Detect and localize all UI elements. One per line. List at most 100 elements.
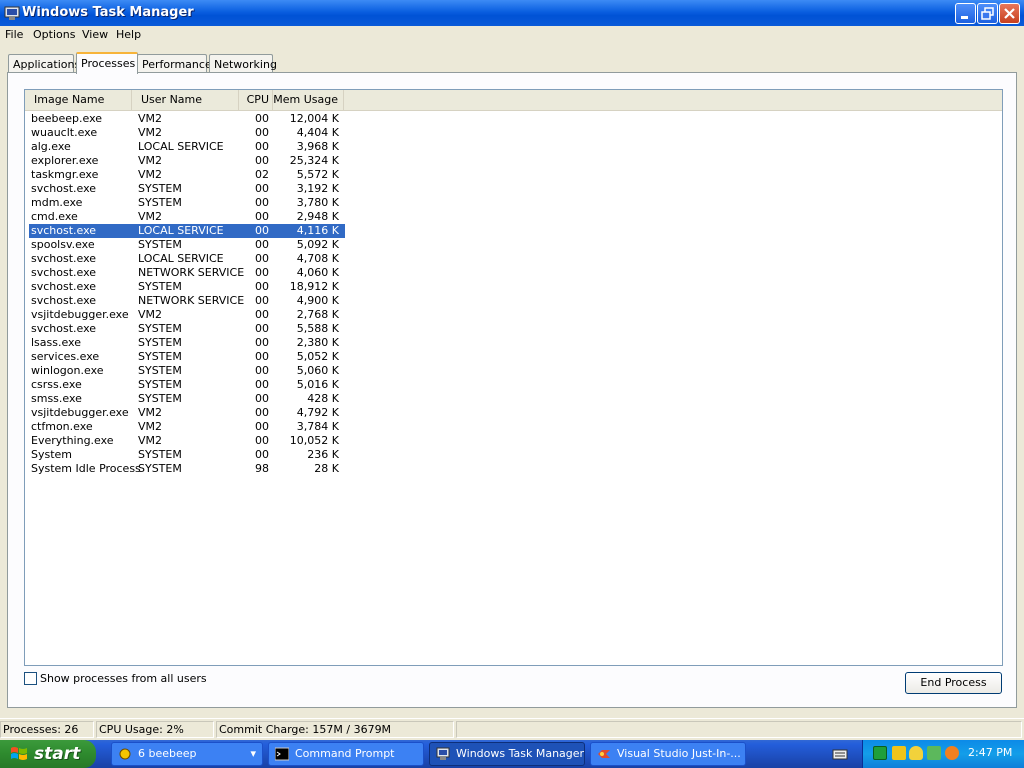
process-user-name: SYSTEM <box>138 448 182 461</box>
close-button[interactable] <box>999 3 1020 24</box>
table-row[interactable]: ctfmon.exe VM2 00 3,784 K <box>29 420 345 434</box>
security-shield-icon[interactable] <box>909 746 923 760</box>
minimize-button[interactable] <box>955 3 976 24</box>
table-row[interactable]: lsass.exe SYSTEM 00 2,380 K <box>29 336 345 350</box>
process-image-name: vsjitdebugger.exe <box>31 308 129 321</box>
column-mem-usage[interactable]: Mem Usage <box>273 90 344 110</box>
process-mem-usage: 3,784 K <box>296 420 339 433</box>
start-button[interactable]: start <box>0 740 96 768</box>
table-row[interactable]: svchost.exe SYSTEM 00 5,588 K <box>29 322 345 336</box>
table-row[interactable]: System SYSTEM 00 236 K <box>29 448 345 462</box>
tab-processes[interactable]: Processes <box>76 52 138 74</box>
table-row[interactable]: vsjitdebugger.exe VM2 00 4,792 K <box>29 406 345 420</box>
table-row[interactable]: explorer.exe VM2 00 25,324 K <box>29 154 345 168</box>
taskbar-button-command-prompt[interactable]: Command Prompt <box>268 742 424 766</box>
tab-applications[interactable]: Applications <box>8 54 80 73</box>
table-row[interactable]: winlogon.exe SYSTEM 00 5,060 K <box>29 364 345 378</box>
search-icon[interactable] <box>945 746 959 760</box>
table-row[interactable]: wuauclt.exe VM2 00 4,404 K <box>29 126 345 140</box>
menu-view[interactable]: View <box>82 28 108 41</box>
status-cpu-usage: CPU Usage: 2% <box>96 721 214 738</box>
process-cpu: 00 <box>255 140 269 153</box>
table-row[interactable]: svchost.exe LOCAL SERVICE 00 4,708 K <box>29 252 345 266</box>
process-image-name: svchost.exe <box>31 322 97 335</box>
tab-networking[interactable]: Networking <box>209 54 277 73</box>
task-manager-icon <box>436 747 450 760</box>
menu-file[interactable]: File <box>5 28 23 41</box>
process-mem-usage: 5,588 K <box>296 322 339 335</box>
beebeep-tray-icon[interactable] <box>892 746 906 760</box>
processes-panel: Image Name User Name CPU Mem Usage beebe… <box>7 72 1017 708</box>
process-cpu: 00 <box>255 182 269 195</box>
table-row[interactable]: services.exe SYSTEM 00 5,052 K <box>29 350 345 364</box>
process-image-name: svchost.exe <box>31 294 97 307</box>
process-user-name: SYSTEM <box>138 182 182 195</box>
column-user-name[interactable]: User Name <box>132 90 239 110</box>
table-row[interactable]: smss.exe SYSTEM 00 428 K <box>29 392 345 406</box>
taskbar-button-beebeep[interactable]: 6 beebeep ▾ <box>111 742 263 766</box>
status-processes: Processes: 26 <box>0 721 94 738</box>
task-manager-window: Windows Task Manager File Options View H… <box>0 0 1024 740</box>
table-row[interactable]: taskmgr.exe VM2 02 5,572 K <box>29 168 345 182</box>
table-row[interactable]: spoolsv.exe SYSTEM 00 5,092 K <box>29 238 345 252</box>
process-image-name: lsass.exe <box>31 336 81 349</box>
process-image-name: mdm.exe <box>31 196 83 209</box>
process-mem-usage: 5,572 K <box>296 168 339 181</box>
process-image-name: smss.exe <box>31 392 82 405</box>
table-row[interactable]: svchost.exe SYSTEM 00 3,192 K <box>29 182 345 196</box>
table-row[interactable]: svchost.exe SYSTEM 00 18,912 K <box>29 280 345 294</box>
process-user-name: VM2 <box>138 112 163 125</box>
table-row[interactable]: svchost.exe NETWORK SERVICE 00 4,060 K <box>29 266 345 280</box>
table-row[interactable]: cmd.exe VM2 00 2,948 K <box>29 210 345 224</box>
process-cpu: 00 <box>255 336 269 349</box>
connection-icon[interactable] <box>927 746 941 760</box>
column-cpu[interactable]: CPU <box>239 90 273 110</box>
process-user-name: VM2 <box>138 126 163 139</box>
process-user-name: VM2 <box>138 154 163 167</box>
process-cpu: 02 <box>255 168 269 181</box>
clock: 2:47 PM <box>968 746 1013 759</box>
network-icon[interactable] <box>873 746 887 760</box>
process-cpu: 00 <box>255 224 269 237</box>
title-bar[interactable]: Windows Task Manager <box>0 0 1024 26</box>
end-process-button[interactable]: End Process <box>905 672 1002 694</box>
menu-help[interactable]: Help <box>116 28 141 41</box>
taskbar: start 6 beebeep ▾ Command Prompt Windows… <box>0 740 1024 768</box>
table-row[interactable]: alg.exe LOCAL SERVICE 00 3,968 K <box>29 140 345 154</box>
menu-options[interactable]: Options <box>33 28 75 41</box>
taskbar-button-task-manager[interactable]: Windows Task Manager <box>429 742 585 766</box>
table-row[interactable]: vsjitdebugger.exe VM2 00 2,768 K <box>29 308 345 322</box>
restore-button[interactable] <box>977 3 998 24</box>
process-cpu: 00 <box>255 434 269 447</box>
process-image-name: System <box>31 448 73 461</box>
taskbar-button-visual-studio[interactable]: Visual Studio Just-In-... <box>590 742 746 766</box>
task-manager-icon <box>4 6 20 20</box>
process-image-name: wuauclt.exe <box>31 126 98 139</box>
table-row[interactable]: System Idle Process SYSTEM 98 28 K <box>29 462 345 476</box>
process-user-name: VM2 <box>138 434 163 447</box>
process-cpu: 00 <box>255 406 269 419</box>
minimize-icon <box>961 16 968 19</box>
table-row[interactable]: svchost.exe LOCAL SERVICE 00 4,116 K <box>29 224 345 238</box>
tab-performance[interactable]: Performance <box>137 54 212 73</box>
process-list[interactable]: Image Name User Name CPU Mem Usage beebe… <box>24 89 1003 666</box>
window-title: Windows Task Manager <box>22 5 194 20</box>
process-user-name: SYSTEM <box>138 322 182 335</box>
process-image-name: vsjitdebugger.exe <box>31 406 129 419</box>
process-user-name: SYSTEM <box>138 392 182 405</box>
table-row[interactable]: csrss.exe SYSTEM 00 5,016 K <box>29 378 345 392</box>
table-row[interactable]: mdm.exe SYSTEM 00 3,780 K <box>29 196 345 210</box>
column-image-name[interactable]: Image Name <box>25 90 132 110</box>
process-mem-usage: 4,792 K <box>296 406 339 419</box>
system-tray: 2:47 PM <box>862 740 1024 768</box>
table-row[interactable]: beebeep.exe VM2 00 12,004 K <box>29 112 345 126</box>
process-image-name: ctfmon.exe <box>31 420 93 433</box>
keyboard-icon[interactable] <box>832 747 848 761</box>
table-row[interactable]: Everything.exe VM2 00 10,052 K <box>29 434 345 448</box>
show-all-users-checkbox[interactable] <box>24 672 37 685</box>
command-prompt-icon <box>275 747 289 761</box>
process-mem-usage: 4,900 K <box>296 294 339 307</box>
close-icon <box>1004 8 1015 19</box>
process-user-name: SYSTEM <box>138 350 182 363</box>
table-row[interactable]: svchost.exe NETWORK SERVICE 00 4,900 K <box>29 294 345 308</box>
